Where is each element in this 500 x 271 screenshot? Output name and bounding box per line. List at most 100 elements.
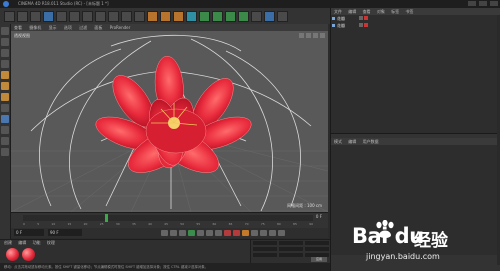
move-tool-icon[interactable]: [43, 10, 54, 22]
am-menu-edit[interactable]: 编辑: [348, 139, 356, 144]
go-to-end-icon[interactable]: [215, 230, 222, 236]
subdivision-icon[interactable]: [199, 10, 210, 22]
render-picture-viewer-icon[interactable]: [160, 10, 171, 22]
points-mode-icon[interactable]: [1, 71, 9, 79]
om-menu-file[interactable]: 文件: [334, 9, 342, 14]
viewport-menu-display[interactable]: 显示: [49, 25, 57, 30]
om-menu-objects[interactable]: 对象: [377, 9, 385, 14]
render-settings-icon[interactable]: [173, 10, 184, 22]
z-axis-lock-icon[interactable]: [121, 10, 132, 22]
axis-mode-icon[interactable]: [1, 104, 9, 112]
model-mode-icon[interactable]: [1, 38, 9, 46]
am-menu-user-data[interactable]: 用户数据: [363, 139, 379, 144]
previous-key-icon[interactable]: [170, 230, 177, 236]
cube-primitive-icon[interactable]: [186, 10, 197, 22]
viewport-pan-icon[interactable]: [299, 33, 304, 38]
size-x-field[interactable]: [279, 241, 303, 245]
object-row[interactable]: 花瓣: [331, 15, 500, 22]
start-frame-field[interactable]: 0 F: [14, 229, 44, 236]
material-menu-texture[interactable]: 纹理: [47, 240, 55, 245]
viewport-menu-filter[interactable]: 过滤: [79, 25, 87, 30]
rotate-tool-icon[interactable]: [69, 10, 80, 22]
rotation-key-icon[interactable]: [269, 230, 276, 236]
solo-icon[interactable]: [1, 148, 9, 156]
snap-icon[interactable]: [1, 115, 9, 123]
parameter-key-icon[interactable]: [278, 230, 285, 236]
autokey-icon[interactable]: [233, 230, 240, 236]
timeline-ruler[interactable]: [23, 215, 313, 221]
camera-icon[interactable]: [264, 10, 275, 22]
viewport-toggle-icon[interactable]: [320, 33, 325, 38]
am-menu-mode[interactable]: 模式: [334, 139, 342, 144]
om-menu-tags[interactable]: 标签: [391, 9, 399, 14]
lock-workplane-icon[interactable]: [1, 126, 9, 134]
workplane-icon[interactable]: [1, 60, 9, 68]
position-x-field[interactable]: [253, 241, 277, 245]
om-menu-view[interactable]: 查看: [363, 9, 371, 14]
recent-tool-icon[interactable]: [82, 10, 93, 22]
end-frame-field[interactable]: 90 F: [48, 229, 82, 236]
coordinate-system-icon[interactable]: [134, 10, 145, 22]
go-to-start-icon[interactable]: [161, 230, 168, 236]
live-selection-icon[interactable]: [30, 10, 41, 22]
viewport-orbit-icon[interactable]: [313, 33, 318, 38]
array-icon[interactable]: [225, 10, 236, 22]
render-view-icon[interactable]: [147, 10, 158, 22]
environment-icon[interactable]: [251, 10, 262, 22]
visibility-icon[interactable]: [359, 16, 363, 20]
size-z-field[interactable]: [279, 253, 303, 257]
sculpt-icon[interactable]: [1, 137, 9, 145]
position-z-field[interactable]: [253, 253, 277, 257]
deformer-icon[interactable]: [238, 10, 249, 22]
viewport-zoom-icon[interactable]: [306, 33, 311, 38]
perspective-viewport[interactable]: 查看 摄像机 显示 选项 过滤 面板 ProRender 透视视图 网格间距:…: [11, 24, 328, 212]
material-tag-icon[interactable]: [364, 23, 368, 27]
viewport-menu-panel[interactable]: 面板: [94, 25, 102, 30]
size-y-field[interactable]: [279, 247, 303, 251]
light-icon[interactable]: [277, 10, 288, 22]
viewport-menu-prorender[interactable]: ProRender: [110, 25, 131, 30]
viewport-menu-options[interactable]: 选项: [64, 25, 72, 30]
minimize-button[interactable]: [468, 1, 476, 6]
timeline-tick: 55: [196, 222, 201, 226]
texture-mode-icon[interactable]: [1, 49, 9, 57]
record-icon[interactable]: [224, 230, 231, 236]
make-editable-icon[interactable]: [1, 27, 9, 35]
scale-tool-icon[interactable]: [56, 10, 67, 22]
next-key-icon[interactable]: [206, 230, 213, 236]
timeline-playhead[interactable]: [105, 214, 108, 222]
position-y-field[interactable]: [253, 247, 277, 251]
scale-key-icon[interactable]: [260, 230, 267, 236]
generator-icon[interactable]: [212, 10, 223, 22]
keyframe-selection-icon[interactable]: [242, 230, 249, 236]
material-tag-icon[interactable]: [364, 16, 368, 20]
maximize-button[interactable]: [479, 1, 487, 6]
rotation-p-field[interactable]: [305, 247, 329, 251]
material-menu-function[interactable]: 功能: [33, 240, 41, 245]
flower-model: [95, 55, 252, 173]
material-menu-edit[interactable]: 编辑: [18, 240, 26, 245]
visibility-icon[interactable]: [359, 23, 363, 27]
apply-button[interactable]: 应用: [311, 257, 327, 262]
x-axis-lock-icon[interactable]: [95, 10, 106, 22]
rotation-h-field[interactable]: [305, 241, 329, 245]
material-menu-create[interactable]: 创建: [4, 240, 12, 245]
position-key-icon[interactable]: [251, 230, 258, 236]
material-swatch[interactable]: [22, 248, 35, 261]
undo-icon[interactable]: [4, 10, 15, 22]
previous-frame-icon[interactable]: [179, 230, 186, 236]
close-button[interactable]: [490, 1, 498, 6]
viewport-menu-view[interactable]: 查看: [14, 25, 22, 30]
polygons-mode-icon[interactable]: [1, 93, 9, 101]
redo-icon[interactable]: [17, 10, 28, 22]
next-frame-icon[interactable]: [197, 230, 204, 236]
edges-mode-icon[interactable]: [1, 82, 9, 90]
om-menu-edit[interactable]: 编辑: [348, 9, 356, 14]
object-row[interactable]: 花瓣: [331, 22, 500, 29]
play-icon[interactable]: [188, 230, 195, 236]
viewport-menu-cameras[interactable]: 摄像机: [29, 25, 41, 30]
timeline[interactable]: 0 5 10 15 20 25 30 35 40 45 50 55 60 65 …: [11, 212, 328, 229]
y-axis-lock-icon[interactable]: [108, 10, 119, 22]
material-swatch[interactable]: [6, 248, 19, 261]
om-menu-bookmarks[interactable]: 书签: [405, 9, 413, 14]
